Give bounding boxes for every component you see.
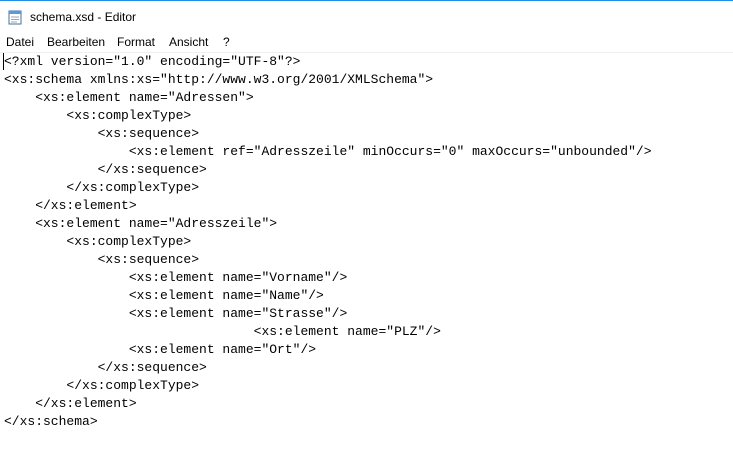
code-line: </xs:complexType> [4, 378, 200, 393]
code-line: <xs:element ref="Adresszeile" minOccurs=… [4, 144, 652, 159]
text-editor-area[interactable]: <?xml version="1.0" encoding="UTF-8"?> <… [0, 53, 733, 472]
code-line: <xs:element name="Adressen"> [4, 90, 254, 105]
code-line: <xs:sequence> [4, 126, 200, 141]
code-line: </xs:element> [4, 396, 137, 411]
notepad-icon [8, 10, 22, 25]
code-line: <xs:element name="Vorname"/> [4, 270, 348, 285]
menu-bearbeiten[interactable]: Bearbeiten [47, 35, 105, 49]
code-line: </xs:sequence> [4, 360, 207, 375]
code-line: <xs:schema xmlns:xs="http://www.w3.org/2… [4, 72, 434, 87]
code-line: </xs:sequence> [4, 162, 207, 177]
menu-bar: Datei Bearbeiten Format Ansicht ? [0, 33, 733, 51]
menu-ansicht[interactable]: Ansicht [169, 35, 208, 49]
menu-help[interactable]: ? [223, 35, 230, 49]
code-line: <xs:element name="Strasse"/> [4, 306, 348, 321]
code-line: <xs:element name="PLZ"/> [4, 324, 441, 339]
code-line: <xs:element name="Adresszeile"> [4, 216, 278, 231]
code-line: <xs:element name="Ort"/> [4, 342, 317, 357]
code-line: <xs:element name="Name"/> [4, 288, 324, 303]
window-title: schema.xsd - Editor [30, 10, 137, 24]
code-line: <?xml version="1.0" encoding="UTF-8"?> [4, 54, 301, 69]
code-line: </xs:schema> [4, 414, 98, 429]
code-line: </xs:complexType> [4, 180, 200, 195]
code-line: <xs:complexType> [4, 234, 192, 249]
menu-format[interactable]: Format [117, 35, 155, 49]
title-bar[interactable]: schema.xsd - Editor [0, 0, 733, 32]
code-line: <xs:complexType> [4, 108, 192, 123]
code-line: <xs:sequence> [4, 252, 200, 267]
menu-datei[interactable]: Datei [6, 35, 34, 49]
code-line: </xs:element> [4, 198, 137, 213]
